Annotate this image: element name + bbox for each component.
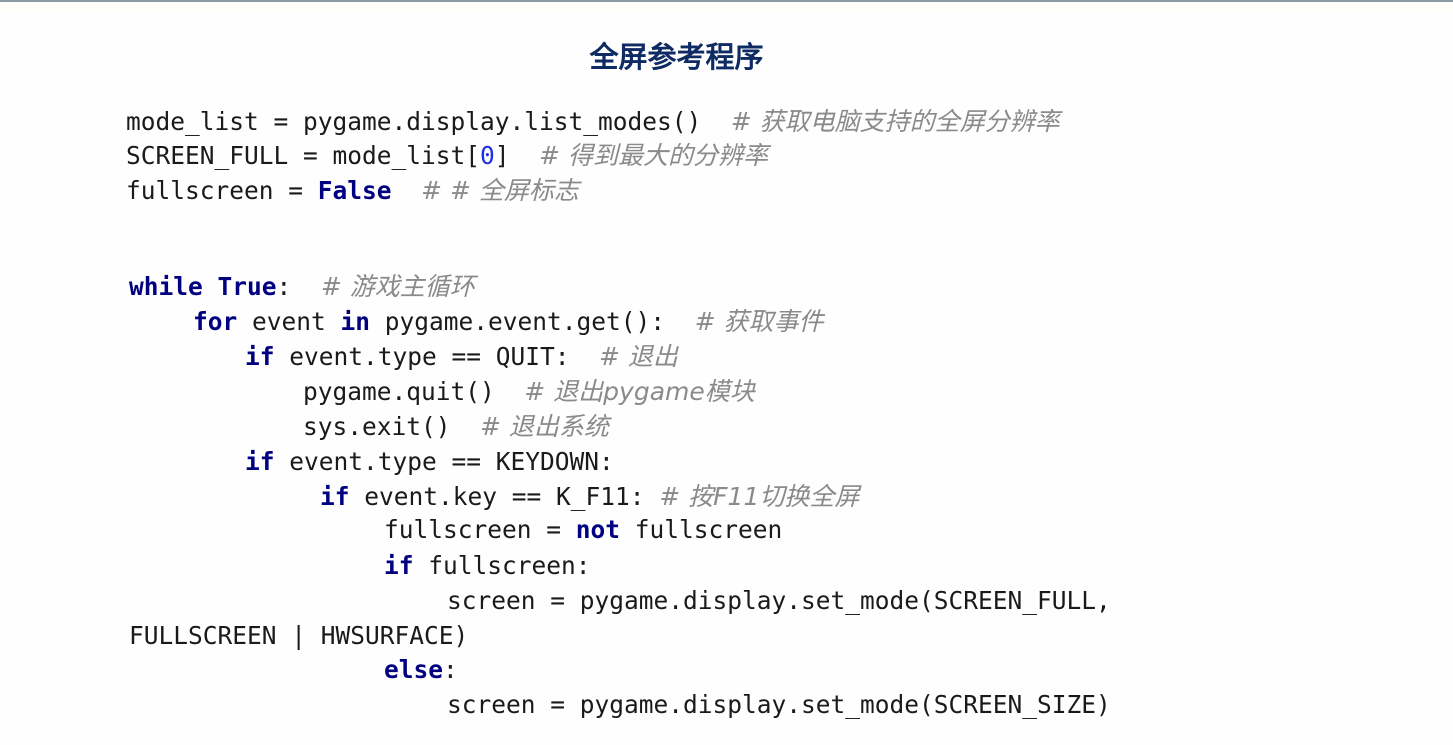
code-comment: # 获取事件 [694, 307, 824, 336]
code-line: else: [384, 655, 458, 685]
code-comment: # # 全屏标志 [421, 176, 579, 205]
code-comment: # 退出 [599, 342, 678, 371]
code-line: FULLSCREEN | HWSURFACE) [129, 621, 468, 651]
code-line: mode_list = pygame.display.list_modes() … [126, 107, 1060, 137]
code-text: pygame.event.get(): [370, 307, 695, 336]
code-text: ] [494, 141, 540, 170]
slide-title: 全屏参考程序 [589, 40, 764, 74]
code-text: fullscreen = [384, 515, 576, 544]
code-text: mode_list = pygame.display.list_modes() [126, 107, 731, 136]
code-text: : [443, 655, 458, 684]
code-text: screen = pygame.display.set_mode(SCREEN_… [447, 690, 1111, 719]
code-keyword: if [384, 551, 414, 580]
code-line: pygame.quit() # 退出pygame模块 [303, 377, 755, 407]
code-text: event.type == QUIT: [274, 342, 600, 371]
code-number: 0 [480, 141, 495, 170]
code-keyword: False [317, 176, 392, 205]
code-line: screen = pygame.display.set_mode(SCREEN_… [447, 690, 1111, 720]
code-line: for event in pygame.event.get(): # 获取事件 [193, 307, 823, 337]
code-keyword: if [245, 342, 275, 371]
code-line: fullscreen = not fullscreen [384, 515, 782, 545]
code-line: sys.exit() # 退出系统 [303, 412, 609, 442]
code-keyword: for [193, 307, 238, 336]
code-line: while True: # 游戏主循环 [129, 272, 475, 302]
code-text: FULLSCREEN | HWSURFACE) [129, 621, 469, 650]
code-text: event.type == KEYDOWN: [274, 447, 614, 476]
code-line: if event.key == K_F11: # 按F11切换全屏 [320, 482, 859, 512]
code-line: if fullscreen: [384, 551, 591, 581]
code-text: SCREEN_FULL = mode_list[ [126, 141, 481, 170]
code-line: if event.type == KEYDOWN: [245, 447, 614, 477]
code-comment: # 退出系统 [480, 412, 609, 441]
code-comment: # 按F11切换全屏 [659, 482, 860, 511]
code-text: sys.exit() [303, 412, 481, 441]
code-text: : [276, 272, 321, 301]
slide: 全屏参考程序 mode_list = pygame.display.list_m… [0, 0, 1453, 745]
code-keyword: else [384, 655, 444, 684]
code-keyword: if [245, 447, 275, 476]
code-text: fullscreen = [126, 176, 318, 205]
code-text: screen = pygame.display.set_mode(SCREEN_… [447, 586, 1111, 615]
code-comment: # 退出pygame模块 [524, 377, 755, 406]
code-text: event [237, 307, 341, 336]
code-keyword: not [575, 515, 621, 544]
code-comment: # 游戏主循环 [320, 272, 475, 301]
code-text: event.key == K_F11: [349, 482, 660, 511]
code-comment: # 得到最大的分辨率 [539, 141, 768, 170]
code-block: mode_list = pygame.display.list_modes() … [0, 0, 1111, 719]
code-keyword: while [129, 272, 203, 301]
code-line: screen = pygame.display.set_mode(SCREEN_… [447, 586, 1111, 616]
code-keyword: True [217, 272, 277, 301]
code-line: fullscreen = False # # 全屏标志 [126, 176, 579, 206]
code-line: if event.type == QUIT: # 退出 [245, 342, 678, 372]
code-text: fullscreen [620, 515, 783, 544]
code-keyword: in [340, 307, 371, 336]
top-band [0, 2, 1453, 12]
code-text: pygame.quit() [303, 377, 525, 406]
code-comment: # 获取电脑支持的全屏分辨率 [730, 107, 1060, 136]
code-keyword: if [320, 482, 350, 511]
code-text: fullscreen: [413, 551, 591, 580]
code-line: SCREEN_FULL = mode_list[0] # 得到最大的分辨率 [126, 141, 768, 171]
